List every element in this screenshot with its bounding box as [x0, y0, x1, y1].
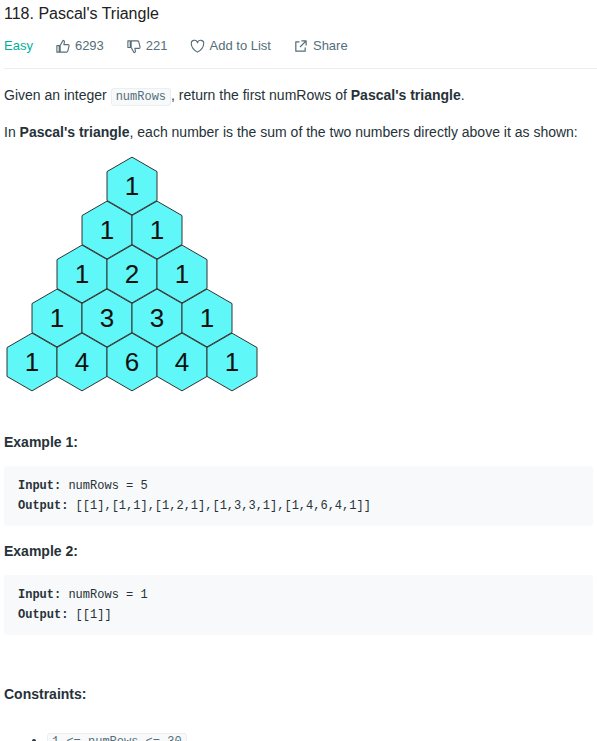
svg-text:3: 3 [150, 303, 164, 333]
svg-text:4: 4 [175, 347, 189, 377]
share-label: Share [313, 38, 348, 54]
problem-title: 118. Pascal's Triangle [4, 4, 597, 24]
example-block: Input: numRows = 5 Output: [[1],[1,1],[1… [4, 466, 593, 526]
inline-code: 1 <= numRows <= 30 [47, 733, 187, 741]
bold-text: Pascal's triangle [351, 87, 461, 103]
description-paragraph: In Pascal's triangle, each number is the… [4, 122, 593, 142]
like-button[interactable]: 6293 [55, 38, 104, 54]
constraints-heading: Constraints: [4, 684, 593, 704]
svg-text:2: 2 [125, 259, 139, 289]
problem-page: 118. Pascal's Triangle Easy 6293 221 Add… [0, 0, 597, 741]
dislike-count: 221 [146, 38, 168, 54]
pascal-triangle-figure: 111121133114641 [4, 154, 266, 394]
hex-cell: 4 [57, 333, 107, 391]
example-heading: Example 2: [4, 541, 593, 561]
inline-code: numRows [111, 88, 171, 106]
text: , each number is the sum of the two numb… [130, 124, 578, 140]
svg-text:1: 1 [150, 215, 164, 245]
constraint-item: 1 <= numRows <= 30 [47, 730, 593, 741]
svg-text:1: 1 [125, 171, 139, 201]
example-heading: Example 1: [4, 432, 593, 452]
hex-cell: 6 [107, 333, 157, 391]
share-button[interactable]: Share [293, 38, 348, 54]
svg-text:1: 1 [25, 347, 39, 377]
bold-text: Pascal's triangle [20, 124, 130, 140]
difficulty-label: Easy [4, 38, 33, 54]
svg-text:4: 4 [75, 347, 89, 377]
svg-text:6: 6 [125, 347, 139, 377]
svg-text:1: 1 [175, 259, 189, 289]
thumbs-down-icon [126, 39, 141, 54]
text: Given an integer [4, 87, 111, 103]
text: . [461, 87, 465, 103]
svg-text:1: 1 [200, 303, 214, 333]
svg-text:1: 1 [75, 259, 89, 289]
add-to-list-label: Add to List [210, 38, 271, 54]
text: , return the first numRows of [171, 87, 351, 103]
svg-text:3: 3 [100, 303, 114, 333]
hex-cell: 4 [157, 333, 207, 391]
description-paragraph: Given an integer numRows, return the fir… [4, 85, 593, 107]
add-to-list-button[interactable]: Add to List [190, 38, 271, 54]
svg-text:1: 1 [50, 303, 64, 333]
share-icon [293, 39, 308, 54]
example-block: Input: numRows = 1 Output: [[1]] [4, 575, 593, 635]
hex-cell: 1 [7, 333, 57, 391]
hex-cell: 1 [207, 333, 257, 391]
problem-meta: Easy 6293 221 Add to List Share [4, 38, 597, 54]
thumbs-up-icon [55, 39, 70, 54]
heart-icon [190, 39, 205, 54]
svg-text:1: 1 [100, 215, 114, 245]
problem-header: 118. Pascal's Triangle Easy 6293 221 Add… [4, 4, 597, 69]
text: In [4, 124, 20, 140]
svg-text:1: 1 [225, 347, 239, 377]
like-count: 6293 [75, 38, 104, 54]
constraints-list: 1 <= numRows <= 30 [4, 730, 593, 741]
dislike-button[interactable]: 221 [126, 38, 168, 54]
